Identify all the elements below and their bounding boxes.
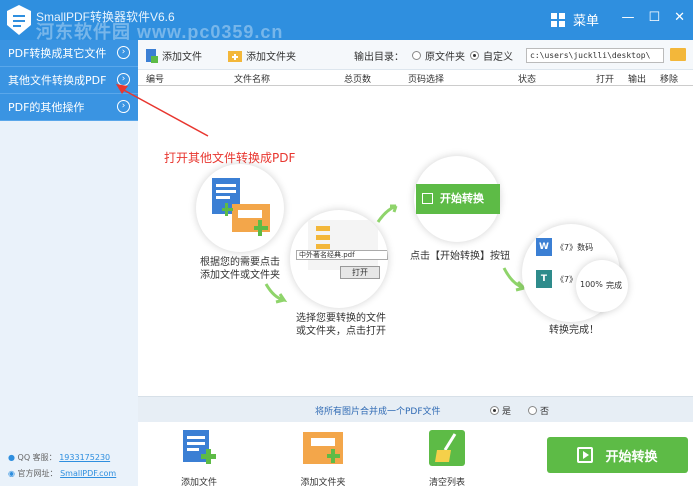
add-folder-large-icon bbox=[303, 432, 343, 464]
step3-text: 点击【开始转换】按钮 bbox=[410, 251, 510, 262]
sidebar-item-label: PDF的其他操作 bbox=[8, 101, 85, 114]
toolbar-add-file-label: 添加文件 bbox=[162, 52, 202, 63]
toolbar-add-folder-label: 添加文件夹 bbox=[246, 52, 296, 63]
radio-selected-icon bbox=[490, 406, 499, 415]
dialog-open-button: 打开 bbox=[340, 266, 380, 279]
output-dir-label-text: 输出目录： bbox=[354, 52, 404, 63]
word-doc-icon: W bbox=[536, 238, 552, 256]
merge-yes-radio[interactable]: 是 bbox=[490, 404, 511, 417]
start-convert-label: 开始转换 bbox=[605, 449, 658, 465]
add-files-illustration-icon bbox=[212, 178, 270, 236]
progress-percent: 100% bbox=[580, 280, 603, 289]
column-header: 文件名称 bbox=[234, 75, 271, 85]
column-header: 打开 bbox=[596, 75, 615, 85]
start-convert-button[interactable]: 开始转换 bbox=[547, 437, 688, 473]
step4-text: 转换完成！ bbox=[549, 325, 599, 336]
sidebar-item-label: 其他文件转换成PDF bbox=[8, 74, 107, 87]
progress-done: 完成 bbox=[606, 281, 622, 290]
radio-selected-icon bbox=[470, 51, 479, 60]
column-header: 移除 bbox=[660, 75, 679, 85]
title-bar: SmallPDF转换器软件V6.6 河东软件园 www.pc0359.cn 菜单… bbox=[0, 0, 693, 42]
window-controls: — ☐ ✕ bbox=[621, 10, 685, 25]
column-header: 输出 bbox=[628, 75, 647, 85]
bottom-clear-list-button[interactable]: 清空列表 bbox=[416, 428, 478, 486]
windows-grid-icon bbox=[551, 12, 565, 27]
file-table-header: 编号 文件名称 总页数 页码选择 状态 打开 输出 移除 bbox=[138, 70, 693, 86]
step1-circle bbox=[196, 164, 284, 252]
app-logo-icon bbox=[7, 5, 31, 35]
radio-icon bbox=[412, 51, 421, 60]
play-icon bbox=[577, 447, 594, 463]
maximize-button[interactable]: ☐ bbox=[648, 10, 660, 25]
merge-no-radio[interactable]: 否 bbox=[528, 404, 549, 417]
dialog-file-field: 中外著名经典.pdf bbox=[296, 250, 388, 260]
illustration-start-label: 开始转换 bbox=[440, 192, 484, 205]
bottom-toolbar: 添加文件 添加文件夹 清空列表 开始转换 bbox=[138, 422, 693, 486]
output-dir-label: 输出目录： bbox=[354, 48, 404, 63]
broom-icon bbox=[429, 430, 465, 466]
add-file-icon bbox=[146, 48, 158, 63]
bottom-add-file-button[interactable]: 添加文件 bbox=[168, 428, 230, 486]
minimize-button[interactable]: — bbox=[621, 10, 634, 25]
guide-area: 打开其他文件转换成PDF 根据您的需要点击 添加文件或文件夹 中外著名经典.pd… bbox=[116, 84, 693, 394]
result-ppt-label: 《7》 bbox=[556, 275, 578, 284]
menu-label: 菜单 bbox=[573, 14, 600, 29]
radio-custom-label: 自定义 bbox=[483, 52, 513, 63]
sidebar-item-label: PDF转换成其它文件 bbox=[8, 47, 107, 60]
merge-text: 将所有图片合并成一个PDF文件 bbox=[315, 407, 441, 417]
app-window: SmallPDF转换器软件V6.6 河东软件园 www.pc0359.cn 菜单… bbox=[0, 0, 693, 486]
red-arrow-icon bbox=[116, 84, 209, 137]
merge-no-label: 否 bbox=[540, 407, 550, 417]
result-word-label: 《7》数码 bbox=[556, 243, 594, 252]
radio-icon bbox=[528, 406, 537, 415]
qq-number-link[interactable]: 1933175230 bbox=[59, 453, 110, 462]
step3-circle: 开始转换 bbox=[414, 156, 500, 242]
step1-text: 根据您的需要点击 添加文件或文件夹 bbox=[200, 257, 280, 281]
green-arrow-icon bbox=[376, 204, 398, 223]
toolbar-add-folder-button[interactable]: 添加文件夹 bbox=[228, 48, 296, 63]
step2-circle: 中外著名经典.pdf 打开 bbox=[290, 210, 388, 308]
dialog-list bbox=[308, 220, 378, 270]
browse-folder-icon[interactable] bbox=[670, 48, 686, 61]
qq-support: ● QQ 客服： 1933175230 bbox=[8, 452, 110, 463]
menu-button[interactable]: 菜单 bbox=[551, 10, 599, 29]
site-link[interactable]: SmallPDF.com bbox=[60, 469, 116, 478]
progress-bubble: 100% 完成 bbox=[576, 260, 628, 312]
column-header: 状态 bbox=[518, 75, 537, 85]
add-folder-label: 添加文件夹 bbox=[300, 478, 346, 486]
globe-icon: ◉ bbox=[8, 469, 15, 478]
sidebar-item-pdf-to-other[interactable]: PDF转换成其它文件 › bbox=[0, 40, 138, 67]
green-arrow-icon bbox=[264, 283, 288, 304]
add-file-label: 添加文件 bbox=[180, 478, 217, 486]
add-folder-icon bbox=[228, 50, 242, 62]
radio-original-folder[interactable]: 原文件夹 bbox=[412, 48, 465, 63]
column-header: 页码选择 bbox=[408, 75, 445, 85]
add-file-large-icon bbox=[183, 430, 216, 464]
bottom-add-folder-button[interactable]: 添加文件夹 bbox=[292, 428, 354, 486]
step2-text: 选择您要转换的文件 或文件夹，点击打开 bbox=[296, 313, 386, 337]
merge-yes-label: 是 bbox=[502, 407, 512, 417]
chevron-right-icon: › bbox=[117, 46, 130, 59]
spreadsheet-doc-icon: T bbox=[536, 270, 552, 288]
step4-circle: W 《7》数码 T 《7》 100% 完成 bbox=[522, 224, 628, 322]
site-label: 官方网址： bbox=[17, 469, 58, 478]
close-button[interactable]: ✕ bbox=[674, 10, 685, 25]
play-icon bbox=[422, 193, 433, 204]
radio-custom-folder[interactable]: 自定义 bbox=[470, 48, 513, 63]
qq-label: QQ 客服： bbox=[17, 453, 57, 462]
output-path-field[interactable]: c:\users\jucklli\desktop\ bbox=[526, 48, 664, 63]
merge-bar: 将所有图片合并成一个PDF文件 是 否 bbox=[138, 396, 693, 422]
official-site: ◉ 官方网址： SmallPDF.com bbox=[8, 468, 116, 479]
radio-original-label: 原文件夹 bbox=[425, 52, 465, 63]
column-header: 总页数 bbox=[344, 75, 372, 85]
qq-icon: ● bbox=[8, 453, 15, 462]
clear-list-label: 清空列表 bbox=[428, 478, 465, 486]
toolbar: 添加文件 添加文件夹 输出目录： 原文件夹 自定义 c:\users\juckl… bbox=[138, 40, 693, 70]
toolbar-add-file-button[interactable]: 添加文件 bbox=[146, 48, 202, 63]
